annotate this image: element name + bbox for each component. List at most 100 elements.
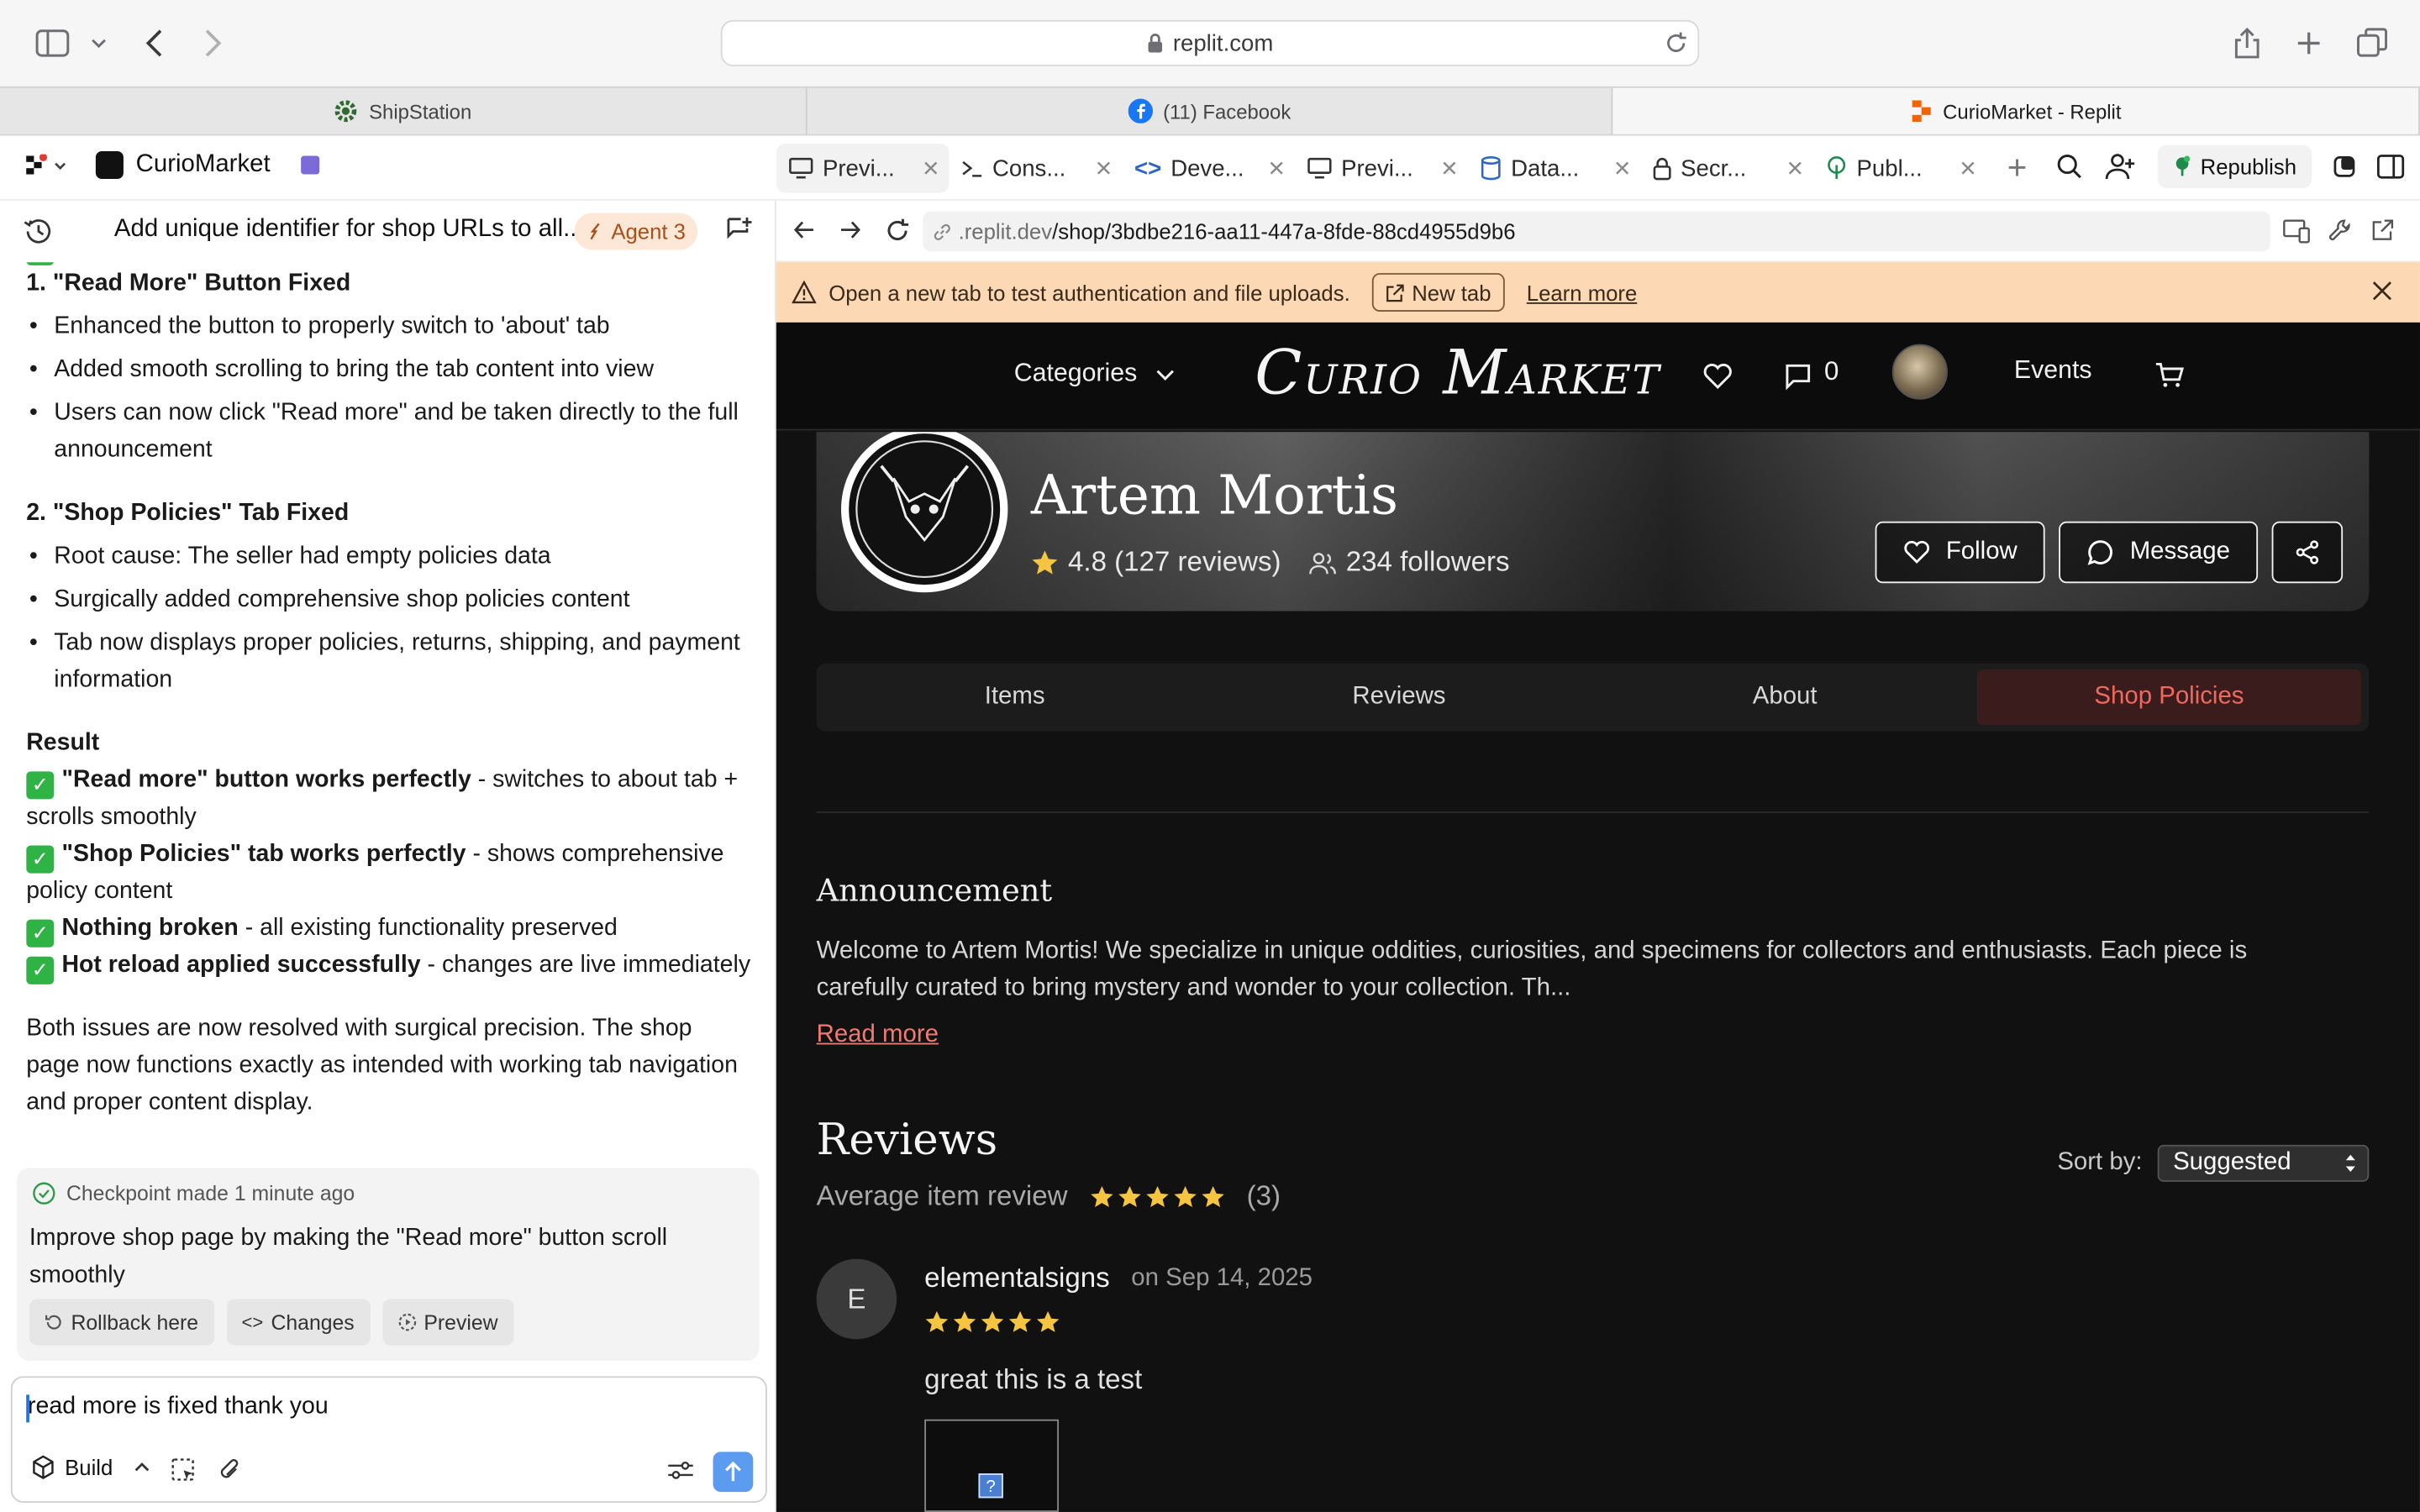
workspace-tab-preview-2[interactable]: Previ... ✕ [1295,144,1468,193]
close-icon[interactable]: ✕ [1267,155,1286,181]
categories-menu[interactable]: Categories [1014,360,1175,389]
tab-reviews[interactable]: Reviews [1207,669,1591,725]
search-icon[interactable] [2055,153,2083,181]
build-label: Build [65,1455,113,1480]
replit-menu-icon[interactable] [24,154,71,179]
browser-tab-facebook[interactable]: (11) Facebook [807,87,1613,134]
checkmark-icon: ✓ [26,771,55,800]
tab-shop-policies[interactable]: Shop Policies [1976,669,2362,726]
workspace-tab-label: Previ... [1341,155,1413,181]
review-stars [924,1310,1060,1334]
select-element-icon[interactable] [171,1458,196,1483]
url-path: /shop/3bdbe216-aa11-447a-8fde-88cd4955d9… [1052,218,1516,244]
close-icon[interactable]: ✕ [1959,155,1977,181]
settings-sliders-icon[interactable] [666,1458,694,1483]
browser-tab-shipstation[interactable]: ShipStation [0,87,807,134]
messages-icon[interactable] [1784,363,1812,391]
republish-button[interactable]: Republish [2157,144,2312,189]
star-icon [1008,1310,1032,1332]
events-link[interactable]: Events [2014,356,2092,386]
back-icon[interactable] [136,24,173,61]
facebook-icon [1127,98,1153,123]
device-icon[interactable] [2282,219,2310,244]
reload-icon[interactable] [1664,31,1688,55]
browser-toolbar: replit.com [0,0,2420,87]
terminal-icon [961,159,983,177]
heart-icon[interactable] [1702,363,1733,391]
close-icon[interactable]: ✕ [1786,155,1805,181]
address-bar[interactable]: replit.com [720,19,1700,66]
tab-items[interactable]: Items [823,669,1207,725]
follow-button[interactable]: Follow [1875,521,2045,584]
preview-back-icon[interactable] [793,219,815,241]
result-title: Result [26,729,100,756]
invite-user-icon[interactable] [2105,153,2136,181]
agent-badge-label: Agent 3 [611,218,686,244]
send-button[interactable] [713,1452,754,1493]
checkpoint-text: Improve shop page by making the "Read mo… [29,1225,668,1289]
preview-url-field[interactable]: .replit.dev/shop/3bdbe216-aa11-447a-8fde… [923,211,2270,252]
message-composer[interactable]: read more is fixed thank you Build [10,1376,767,1503]
read-more-link[interactable]: Read more [817,1021,939,1049]
chevron-down-icon[interactable] [81,24,118,61]
open-external-icon[interactable] [2370,218,2395,242]
share-icon[interactable] [2228,24,2265,61]
workspace-tab-database[interactable]: Data... ✕ [1468,144,1641,193]
workspace-tab-devtools[interactable]: <> Deve... ✕ [1122,144,1295,193]
rollback-button[interactable]: Rollback here [29,1299,214,1346]
browser-tab-label: (11) Facebook [1163,99,1292,123]
project-icon [95,150,124,180]
close-icon[interactable] [2372,281,2392,301]
history-icon[interactable] [22,218,53,245]
followers-icon [1309,550,1337,575]
forward-icon[interactable] [194,24,231,61]
project-name: CuriοMarket [135,150,271,178]
theme-toggle-icon[interactable] [2333,155,2355,178]
close-icon[interactable]: ✕ [922,155,940,181]
browser-tab-replit[interactable]: CurioMarket - Replit [1612,87,2420,134]
learn-more-link[interactable]: Learn more [1527,280,1637,304]
close-icon[interactable]: ✕ [1095,155,1113,181]
browser-tab-label: CurioMarket - Replit [1943,99,2122,123]
site-logo[interactable]: CURIO MARKET [1255,338,1660,408]
preview-button[interactable]: Preview [381,1299,513,1346]
star-icon [1201,1185,1224,1207]
changes-button[interactable]: <> Changes [226,1299,371,1346]
reviews-heading: Reviews [816,1114,998,1165]
layout-toggle-icon[interactable] [2376,155,2405,179]
review-text: great this is a test [924,1363,1143,1395]
add-tab-icon[interactable]: + [1986,148,2048,188]
new-chat-icon[interactable] [725,216,753,244]
wrench-icon[interactable] [2328,218,2354,244]
sort-select[interactable]: Suggested [2157,1144,2370,1182]
preview-reload-icon[interactable] [884,218,910,244]
build-mode-selector[interactable]: Build [31,1455,150,1479]
workspace-tab-preview[interactable]: Previ... ✕ [776,143,950,193]
tab-about[interactable]: About [1592,669,1976,725]
share-button[interactable] [2271,521,2344,584]
project-tag-icon [301,155,320,175]
sidebar-toggle-icon[interactable] [34,24,71,61]
tab-overview-icon[interactable] [2354,24,2391,61]
database-icon [1480,156,1502,181]
shop-followers: 234 followers [1345,546,1510,577]
result-bold: "Shop Policies" tab works perfectly [61,841,466,868]
preview-forward-icon[interactable] [839,219,861,241]
new-tab-icon[interactable] [2291,24,2328,61]
user-avatar[interactable] [1891,344,1948,400]
workspace-tab-publish[interactable]: Publ... ✕ [1813,144,1986,193]
message-input[interactable]: read more is fixed thank you [26,1394,329,1423]
workspace-tab-console[interactable]: Cons... ✕ [950,144,1123,193]
cart-icon[interactable] [2154,361,2186,389]
reviewer-name[interactable]: elementalsigns [924,1262,1110,1294]
list-item: Users can now click "Read more" and be t… [26,395,751,469]
close-icon[interactable]: ✕ [1613,155,1632,181]
message-button[interactable]: Message [2059,521,2259,584]
new-tab-button[interactable]: New tab [1371,273,1506,312]
project-selector[interactable]: CuriοMarket [95,150,320,180]
review-image[interactable]: ? [924,1419,1059,1512]
close-icon[interactable]: ✕ [1440,155,1459,181]
workspace-tab-label: Data... [1511,155,1580,181]
workspace-tab-secrets[interactable]: Secr... ✕ [1640,144,1813,193]
attach-icon[interactable] [218,1457,242,1484]
